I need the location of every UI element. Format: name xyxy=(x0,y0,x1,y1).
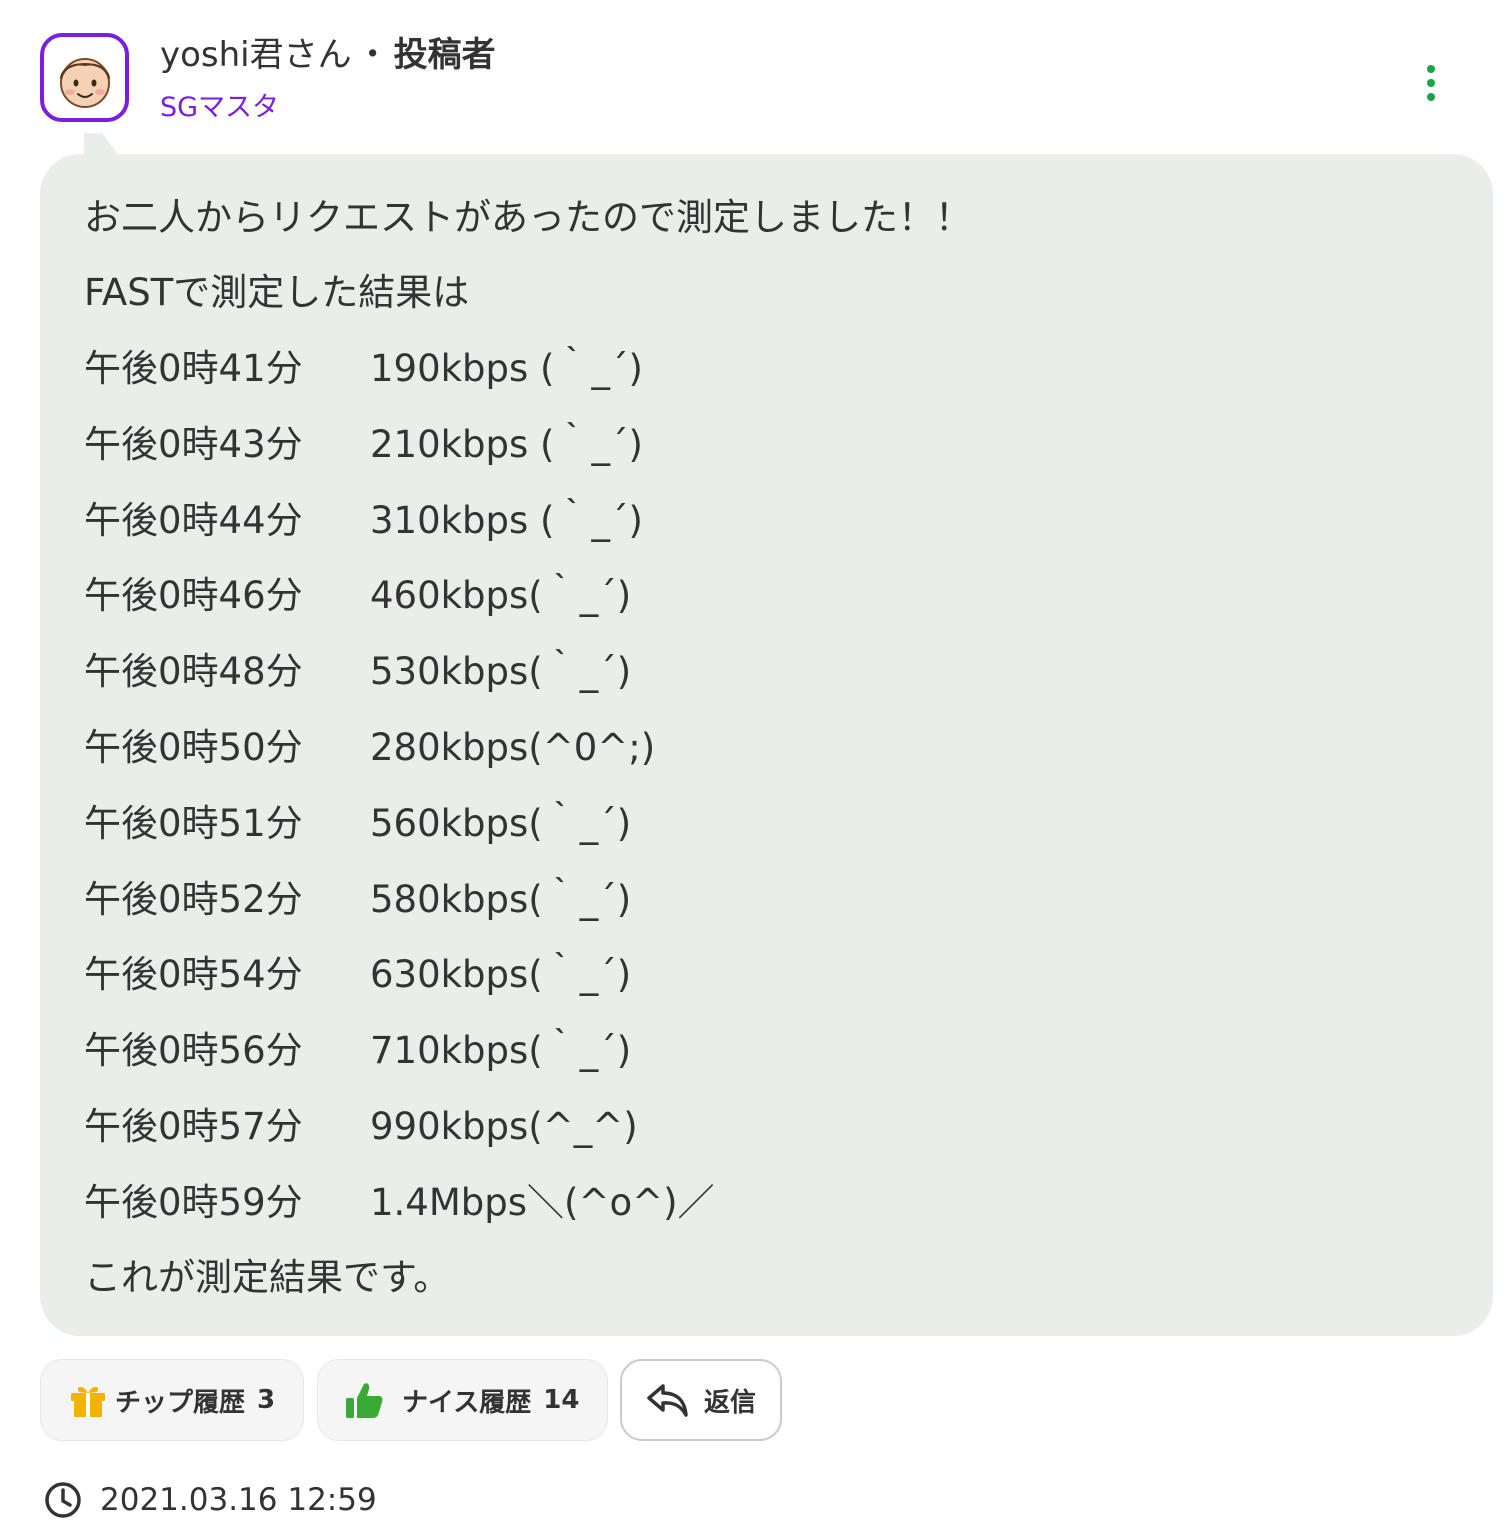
post-intro-line: お二人からリクエストがあったので測定しました！！ xyxy=(84,196,972,239)
measurement-time: 午後0時41分 xyxy=(84,347,303,390)
measurement-speed: 710kbps(｀_´) xyxy=(370,1029,632,1072)
avatar-face-icon xyxy=(59,57,110,108)
measurement-speed: 560kbps(｀_´) xyxy=(370,802,632,845)
avatar[interactable] xyxy=(40,33,129,122)
measurement-time: 午後0時56分 xyxy=(84,1029,303,1072)
timestamp-text: 2021.03.16 12:59 xyxy=(100,1482,377,1518)
measurement-time: 午後0時57分 xyxy=(84,1105,303,1148)
gift-icon xyxy=(69,1382,107,1418)
post-timestamp: 2021.03.16 12:59 xyxy=(44,1478,377,1522)
measurement-time: 午後0時44分 xyxy=(84,499,303,542)
measurement-time: 午後0時46分 xyxy=(84,574,303,617)
post-closing-line: これが測定結果です。 xyxy=(84,1256,451,1299)
tip-history-button[interactable]: チップ履歴 3 xyxy=(40,1359,304,1441)
kebab-menu-icon xyxy=(1427,65,1435,101)
measurement-time: 午後0時43分 xyxy=(84,423,303,466)
post-measure-line: FASTで測定した結果は xyxy=(84,271,470,314)
measurement-time: 午後0時52分 xyxy=(84,878,303,921)
measurement-speed: 310kbps (｀_´) xyxy=(370,499,643,542)
measurement-row: 午後0時54分 630kbps(｀_´) xyxy=(84,950,631,1000)
measurement-speed: 210kbps (｀_´) xyxy=(370,423,643,466)
thumbs-up-icon xyxy=(344,1380,384,1420)
nice-history-button[interactable]: ナイス履歴 14 xyxy=(317,1359,608,1441)
measurement-row: 午後0時41分 190kbps (｀_´) xyxy=(84,344,643,394)
measurement-row: 午後0時44分 310kbps (｀_´) xyxy=(84,496,643,546)
post-body: お二人からリクエストがあったので測定しました！！ FASTで測定した結果は 午後… xyxy=(40,154,1493,1336)
author-role-badge: 投稿者 xyxy=(393,35,496,75)
measurement-time: 午後0時51分 xyxy=(84,802,303,845)
measurement-time: 午後0時54分 xyxy=(84,953,303,996)
author-name[interactable]: yoshi君さん xyxy=(160,35,352,75)
measurement-row: 午後0時43分 210kbps (｀_´) xyxy=(84,420,643,470)
measurement-row: 午後0時56分 710kbps(｀_´) xyxy=(84,1026,631,1076)
measurement-speed: 580kbps(｀_´) xyxy=(370,878,632,921)
reply-button[interactable]: 返信 xyxy=(620,1359,782,1441)
name-separator: ・ xyxy=(355,35,390,75)
reply-arrow-icon xyxy=(646,1382,690,1418)
more-menu-button[interactable] xyxy=(1416,60,1446,106)
measurement-speed: 460kbps(｀_´) xyxy=(370,574,632,617)
measurement-row: 午後0時57分 990kbps(^_^) xyxy=(84,1102,638,1152)
tip-history-label: チップ履歴 xyxy=(115,1387,246,1418)
clock-icon xyxy=(44,1481,82,1519)
nice-history-label: ナイス履歴 xyxy=(402,1387,532,1418)
measurement-speed: 280kbps(^0^;) xyxy=(370,726,656,769)
measurement-time: 午後0時50分 xyxy=(84,726,303,769)
measurement-row: 午後0時59分 1.4Mbps＼(^o^)／ xyxy=(84,1178,715,1228)
reply-label: 返信 xyxy=(704,1387,757,1418)
author-name-line: yoshi君さん・投稿者 xyxy=(160,32,496,78)
author-title: SGマスタ xyxy=(160,92,280,123)
measurement-speed: 630kbps(｀_´) xyxy=(370,953,632,996)
measurement-row: 午後0時50分 280kbps(^0^;) xyxy=(84,723,655,773)
measurement-speed: 190kbps (｀_´) xyxy=(370,347,643,390)
measurement-time: 午後0時59分 xyxy=(84,1181,303,1224)
measurement-row: 午後0時48分 530kbps(｀_´) xyxy=(84,647,631,697)
nice-history-count: 14 xyxy=(543,1385,580,1415)
tip-history-count: 3 xyxy=(257,1385,276,1415)
measurement-speed: 1.4Mbps＼(^o^)／ xyxy=(370,1181,715,1224)
measurement-speed: 530kbps(｀_´) xyxy=(370,650,632,693)
measurement-time: 午後0時48分 xyxy=(84,650,303,693)
measurement-row: 午後0時51分 560kbps(｀_´) xyxy=(84,799,631,849)
measurement-row: 午後0時46分 460kbps(｀_´) xyxy=(84,571,631,621)
measurement-row: 午後0時52分 580kbps(｀_´) xyxy=(84,875,631,925)
measurement-speed: 990kbps(^_^) xyxy=(370,1105,638,1148)
